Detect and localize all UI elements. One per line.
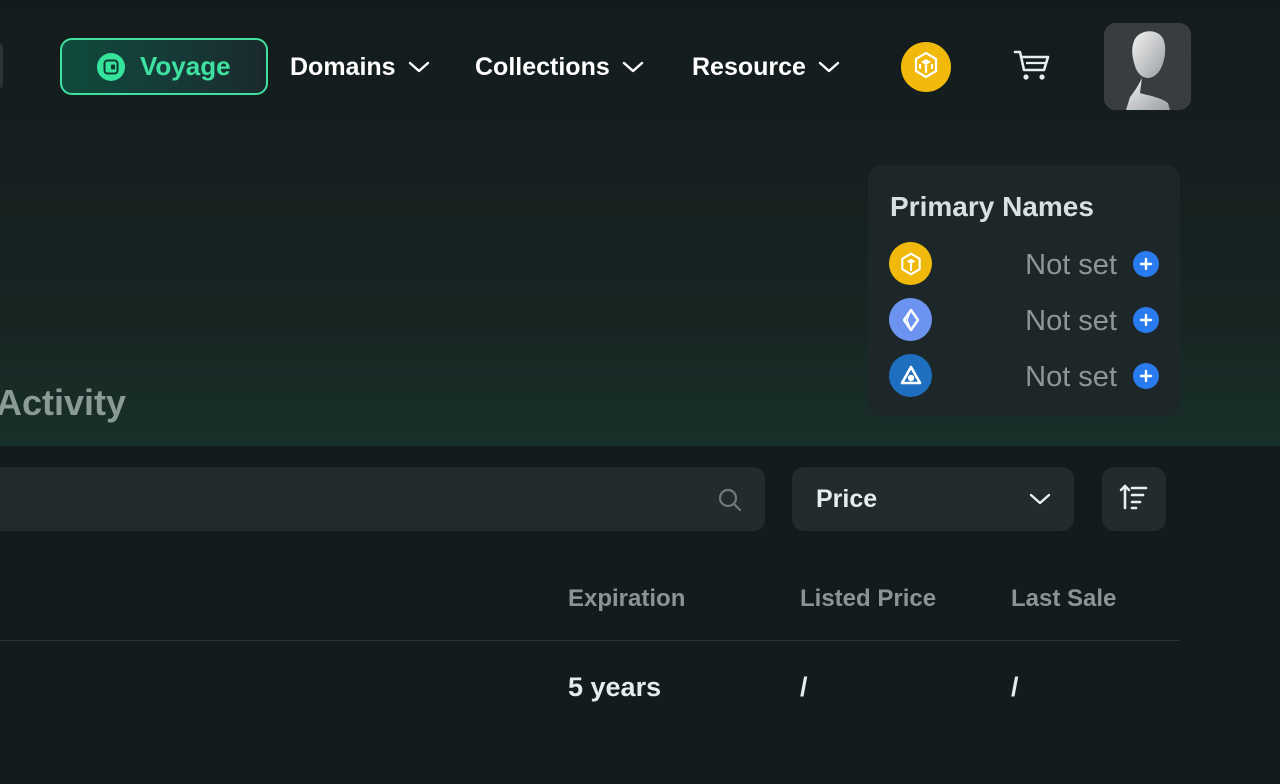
wallet-icon [97, 52, 125, 81]
column-header-listed-price[interactable]: Listed Price [800, 585, 936, 613]
cart-button[interactable] [1012, 48, 1052, 86]
primary-name-row: Not set [889, 354, 1159, 398]
avatar-image [1104, 23, 1191, 110]
sort-order-button[interactable] [1102, 467, 1166, 531]
ens-icon [889, 298, 932, 341]
chevron-down-icon [622, 60, 644, 74]
cell-last-sale: / [1011, 672, 1019, 702]
voyage-label: Voyage [140, 51, 231, 81]
bnb-icon [911, 50, 941, 85]
cell-expiration: 5 years [568, 672, 662, 702]
chain-switcher-button[interactable] [901, 42, 951, 92]
nav-domains-label: Domains [290, 52, 396, 81]
sort-select-value: Price [816, 484, 878, 513]
primary-names-card: Primary Names Not set Not set Not set [868, 165, 1180, 417]
search-input[interactable] [0, 467, 700, 531]
sidebar-edge[interactable] [0, 44, 3, 88]
bnb-icon [889, 242, 932, 285]
plus-icon [1139, 369, 1153, 383]
arbitrum-icon [889, 354, 932, 397]
plus-icon [1139, 313, 1153, 327]
cell-listed-price: / [800, 672, 808, 702]
nav-resource-label: Resource [692, 52, 806, 81]
chevron-down-icon [408, 60, 430, 74]
avatar[interactable] [1104, 23, 1191, 110]
voyage-button[interactable]: Voyage [60, 38, 268, 95]
sort-ascending-icon [1119, 482, 1149, 517]
search-icon[interactable] [717, 487, 743, 518]
chevron-down-icon [818, 60, 840, 74]
primary-name-status: Not set [1025, 305, 1117, 337]
add-primary-name-button[interactable] [1133, 251, 1159, 277]
cart-icon [1013, 48, 1051, 87]
column-header-expiration[interactable]: Expiration [568, 585, 685, 613]
primary-name-row: Not set [889, 242, 1159, 286]
primary-name-status: Not set [1025, 249, 1117, 281]
primary-name-status: Not set [1025, 361, 1117, 393]
primary-name-row: Not set [889, 298, 1159, 342]
search-box [0, 467, 765, 531]
nav-resource[interactable]: Resource [692, 48, 840, 86]
primary-names-title: Primary Names [890, 191, 1094, 222]
add-primary-name-button[interactable] [1133, 307, 1159, 333]
nav-collections-label: Collections [475, 52, 610, 81]
chevron-down-icon [1028, 487, 1052, 516]
nav-domains[interactable]: Domains [290, 48, 430, 86]
add-primary-name-button[interactable] [1133, 363, 1159, 389]
column-header-last-sale[interactable]: Last Sale [1011, 585, 1116, 613]
plus-icon [1139, 257, 1153, 271]
nav-collections[interactable]: Collections [475, 48, 644, 86]
table-divider [0, 640, 1180, 641]
sort-select[interactable]: Price [792, 467, 1074, 531]
tab-activity[interactable]: Activity [0, 382, 126, 424]
